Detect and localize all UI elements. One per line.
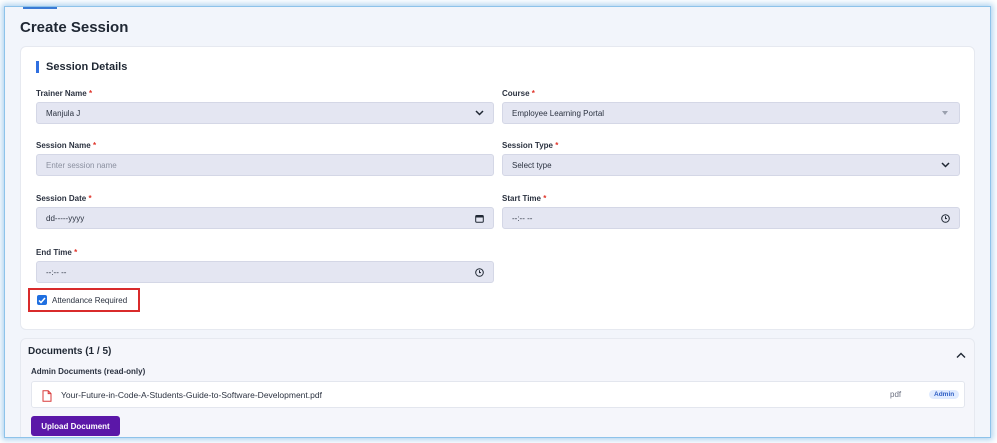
required-marker: *	[74, 248, 78, 257]
documents-panel: Documents (1 / 5) Admin Documents (read-…	[20, 338, 975, 437]
chevron-down-icon	[474, 108, 484, 118]
required-marker: *	[88, 89, 93, 98]
trainer-name-value: Manjula J	[46, 108, 81, 118]
start-time-input[interactable]: --:-- --	[502, 207, 960, 229]
start-time-value: --:-- --	[512, 213, 533, 223]
chevron-down-icon	[940, 160, 950, 170]
session-date-label-text: Session Date	[36, 194, 87, 203]
required-marker: *	[88, 194, 92, 203]
clock-icon[interactable]	[940, 213, 950, 223]
session-details-card: Session Details Trainer Name * Manjula J…	[20, 46, 975, 330]
session-name-placeholder: Enter session name	[46, 160, 117, 170]
session-date-input[interactable]: dd-----yyyy	[36, 207, 494, 229]
admin-documents-label: Admin Documents (read-only)	[31, 367, 146, 376]
check-icon	[38, 297, 46, 304]
attendance-required-label[interactable]: Attendance Required	[52, 296, 127, 305]
upload-document-button[interactable]: Upload Document	[31, 416, 120, 436]
course-label: Course *	[502, 89, 535, 98]
session-name-input[interactable]: Enter session name	[36, 154, 494, 176]
session-type-value: Select type	[512, 160, 552, 170]
course-label-text: Course	[502, 89, 530, 98]
session-type-label-text: Session Type	[502, 141, 553, 150]
end-time-input[interactable]: --:-- --	[36, 261, 494, 283]
caret-down-icon	[940, 108, 950, 118]
required-marker: *	[92, 141, 97, 150]
required-marker: *	[531, 89, 535, 98]
top-tab-indicator	[23, 7, 57, 9]
end-time-value: --:-- --	[46, 267, 67, 277]
app-frame: Create Session Session Details Trainer N…	[4, 6, 991, 438]
start-time-label: Start Time *	[502, 194, 546, 203]
end-time-label: End Time *	[36, 248, 77, 257]
course-select[interactable]: Employee Learning Portal	[502, 102, 960, 124]
document-name[interactable]: Your-Future-in-Code-A-Students-Guide-to-…	[61, 390, 322, 400]
end-time-label-text: End Time	[36, 248, 72, 257]
trainer-name-select[interactable]: Manjula J	[36, 102, 494, 124]
trainer-name-label: Trainer Name *	[36, 89, 92, 98]
session-date-label: Session Date *	[36, 194, 92, 203]
document-row[interactable]: Your-Future-in-Code-A-Students-Guide-to-…	[31, 381, 965, 408]
required-marker: *	[543, 194, 547, 203]
page-title: Create Session	[20, 19, 129, 36]
documents-title[interactable]: Documents (1 / 5)	[28, 346, 111, 357]
section-title: Session Details	[36, 61, 127, 73]
session-type-label: Session Type *	[502, 141, 558, 150]
required-marker: *	[555, 141, 559, 150]
session-date-value: dd-----yyyy	[46, 213, 85, 223]
clock-icon[interactable]	[474, 267, 484, 277]
attendance-required-highlight: Attendance Required	[28, 288, 140, 312]
attendance-required-checkbox[interactable]	[37, 295, 47, 305]
calendar-icon[interactable]	[474, 213, 484, 223]
document-type: pdf	[890, 390, 902, 399]
session-type-select[interactable]: Select type	[502, 154, 960, 176]
chevron-up-icon[interactable]	[956, 346, 966, 358]
trainer-name-label-text: Trainer Name	[36, 89, 87, 98]
admin-badge: Admin	[929, 390, 960, 399]
session-name-label-text: Session Name	[36, 141, 91, 150]
pdf-file-icon	[42, 389, 52, 402]
start-time-label-text: Start Time	[502, 194, 541, 203]
session-name-label: Session Name *	[36, 141, 96, 150]
course-value: Employee Learning Portal	[512, 108, 605, 118]
